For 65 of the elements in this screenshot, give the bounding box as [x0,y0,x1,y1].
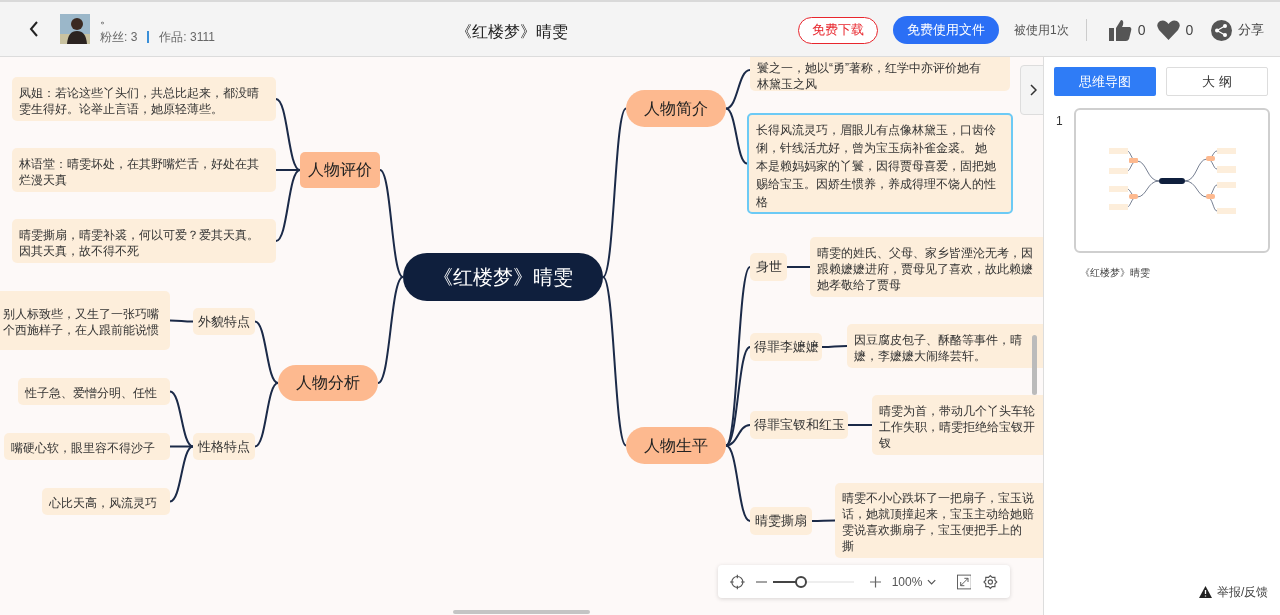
warning-icon [1199,586,1212,598]
connector-line [254,320,279,384]
zoom-slider[interactable] [772,575,854,588]
topic-node[interactable]: 得罪宝钗和红玉 [750,411,848,439]
avatar-icon [60,14,90,44]
topic-node[interactable]: 晴雯不小心跌坏了一把扇子，宝玉说 话，她就顶撞起来，宝玉主动给她赔 雯说喜欢撕扇子，宝玉便把手上的 撕 [835,483,1043,558]
locate-icon[interactable] [730,573,745,590]
topic-node[interactable]: 晴雯为首，带动几个丫头车轮 工作失职，晴雯拒绝给宝钗开 钗 [872,395,1043,455]
back-icon[interactable] [29,21,39,37]
works-count: 作品: 3111 [159,29,215,46]
usage-count: 被使用1次 [1014,22,1069,39]
connector-line [811,519,836,522]
fullscreen-icon[interactable] [956,573,972,590]
favorites-count: 0 [1185,20,1194,40]
fans-count: 粉丝: 3 [100,29,138,46]
topic-node[interactable]: 林语堂：晴雯坏处，在其野嘴烂舌，好处在其 烂漫天真 [12,148,276,192]
page-number: 1 [1056,113,1063,130]
topic-node[interactable]: 晴雯撕扇 [750,507,812,535]
chevron-down-icon[interactable] [927,578,937,585]
connector-line [725,69,751,110]
panel-tab[interactable]: 思维导图 [1054,67,1156,96]
download-button[interactable]: 免费下载 [798,16,878,44]
topic-node[interactable]: 外貌特点 [193,308,255,335]
topic-node[interactable]: 长得风流灵巧，眉眼儿有点像林黛玉，口齿伶 俐，针线活尤好，曾为宝玉病补雀金裘。 她 本是赖妈妈家的丫鬟，因得贾母喜爱，固把她 赐给宝玉。因娇生惯养，养成得理不饶人的性 格 [747,113,1013,214]
use-file-button[interactable]: 免费使用文件 [893,16,999,44]
topic-node[interactable]: 晴雯的姓氏、父母、家乡皆湮沦无考，因 跟赖嬷嬷进府，贾母见了喜欢，故此赖嬷 她孝敬给了贾母 [810,237,1043,297]
heart-icon[interactable] [1157,20,1181,40]
connector-line [847,424,873,426]
connector-line [786,266,811,268]
page-title: 《红楼梦》晴雯 [456,22,568,42]
topic-node[interactable]: 鬟之一，她以“勇”著称，红学中亦评价她有 林黛玉之风 [750,57,1010,91]
report-link[interactable]: 举报/反馈 [1217,583,1269,601]
zoom-value[interactable]: 100% [891,572,923,591]
panel-tab[interactable]: 大 纲 [1166,67,1268,96]
zoom-in-icon[interactable] [869,575,881,588]
likes-count: 0 [1137,20,1146,40]
connector-line [725,107,748,165]
topic-node[interactable]: 因豆腐皮包子、酥酪等事件，晴 嬷，李嬷嬷大闹绛芸轩。 [847,324,1043,368]
connector-line [821,345,848,348]
share-icon[interactable] [1211,19,1233,41]
branch-node[interactable]: 人物分析 [278,365,378,401]
chevron-right-icon[interactable] [1029,84,1037,96]
topic-node[interactable]: 晴雯撕扇，晴雯补裘，何以可爱？爱其天真。 因其天真，故不得不死 [12,219,276,263]
page-thumbnail[interactable] [1073,108,1270,253]
share-link[interactable]: 分享 [1238,20,1265,40]
scrollbar[interactable] [453,610,590,614]
branch-node[interactable]: 人物评价 [300,152,380,188]
topic-node[interactable]: 别人标致些，又生了一张巧嘴 个西施样子，在人跟前能说惯 [0,291,170,350]
connector-line [169,319,194,323]
topic-node[interactable]: 性子急、爱憎分明、任性 [18,378,170,405]
thumbs-up-icon[interactable] [1108,19,1132,41]
page-caption: 《红楼梦》晴雯 [1079,266,1151,280]
connector-line [254,382,279,448]
author-name[interactable]: 。 [100,12,215,26]
settings-icon[interactable] [983,573,998,590]
topic-node[interactable]: 心比天高，风流灵巧 [42,488,170,515]
topic-node[interactable]: 得罪李嬷嬷 [750,333,822,361]
topic-node[interactable]: 性格特点 [193,433,255,460]
branch-node[interactable]: 人物生平 [626,427,726,464]
root-node[interactable]: 《红楼梦》晴雯 [403,253,603,301]
topic-node[interactable]: 身世 [750,253,787,281]
scrollbar[interactable] [1032,335,1037,395]
branch-node[interactable]: 人物简介 [626,90,726,127]
topic-node[interactable]: 嘴硬心软，眼里容不得沙子 [4,433,170,460]
topic-node[interactable]: 凤姐：若论这些丫头们，共总比起来，都没晴 雯生得好。论举止言语，她原轻薄些。 [12,77,276,121]
